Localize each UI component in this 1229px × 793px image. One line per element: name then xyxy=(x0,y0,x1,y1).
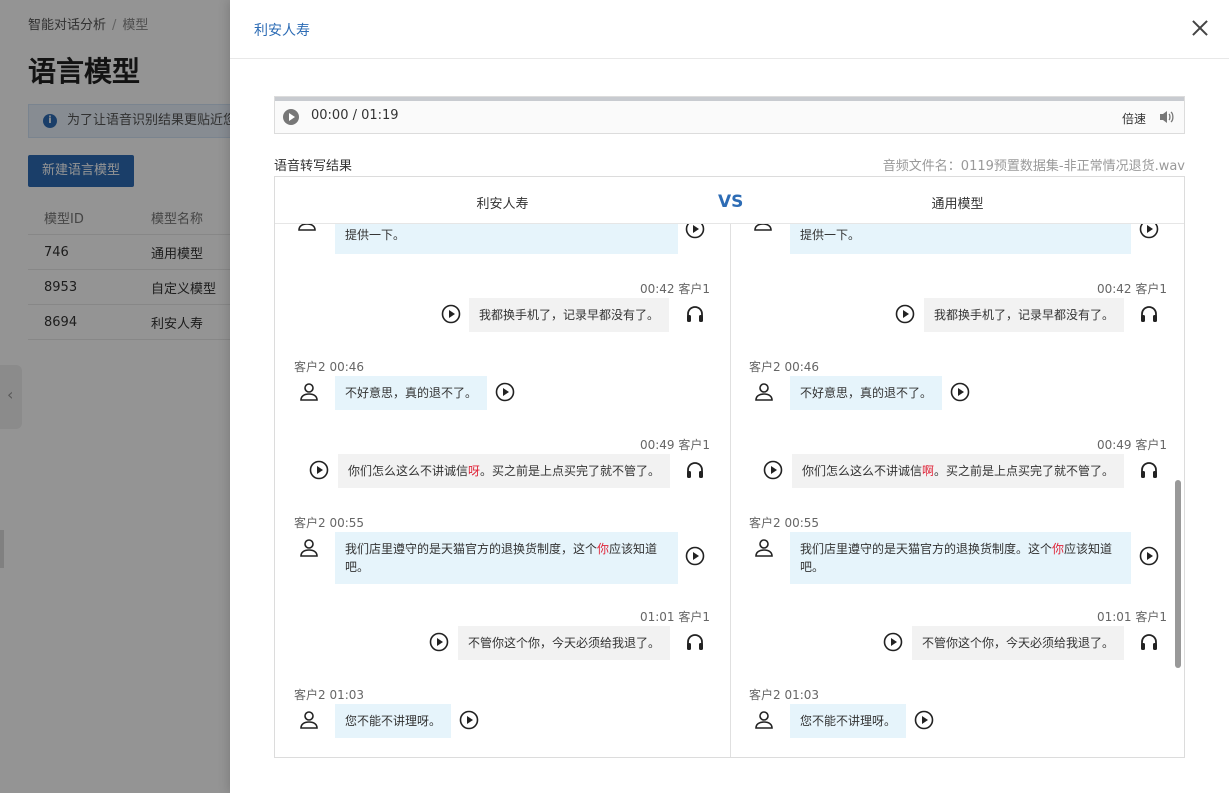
close-icon[interactable] xyxy=(1189,17,1211,39)
message-meta: 00:49 客户1 xyxy=(1096,438,1167,452)
modal-overlay[interactable] xyxy=(0,0,230,793)
play-icon[interactable] xyxy=(685,224,705,239)
speed-button[interactable]: 倍速 xyxy=(1122,110,1146,127)
message-text: 我们店里遵守的是天猫官方的退换货制度。这个 xyxy=(800,542,1053,556)
play-icon[interactable] xyxy=(914,710,934,730)
message-meta: 00:42 客户1 xyxy=(1096,282,1167,296)
message-text: 。买之前是上点买完了就不管了。 xyxy=(934,464,1115,478)
headset-icon xyxy=(685,632,705,652)
message-text: 你们怎么这么不讲诚信 xyxy=(802,464,923,478)
right-transcript: 提供一下。 00:42 客户1 我都换手机了，记录早都没有了。 客户2 00:4… xyxy=(731,224,1184,757)
play-icon[interactable] xyxy=(1139,224,1159,239)
message-meta: 客户2 01:03 xyxy=(294,688,365,702)
headset-icon xyxy=(685,460,705,480)
drawer-title: 利安人寿 xyxy=(254,23,310,39)
message-bubble: 您不能不讲理呀。 xyxy=(790,704,907,738)
play-icon[interactable] xyxy=(883,632,903,652)
scrollbar-thumb[interactable] xyxy=(1175,480,1181,668)
message-bubble: 你们怎么这么不讲诚信啊。买之前是上点买完了就不管了。 xyxy=(792,454,1125,488)
message-bubble: 我们店里遵守的是天猫官方的退换货制度，这个你应该知道吧。 xyxy=(335,532,678,584)
user-icon xyxy=(753,224,773,232)
user-icon xyxy=(754,710,774,730)
message-bubble: 不好意思，真的退不了。 xyxy=(335,376,488,410)
message-bubble: 我都换手机了，记录早都没有了。 xyxy=(469,298,670,332)
headset-icon xyxy=(1139,632,1159,652)
message-bubble: 不好意思，真的退不了。 xyxy=(790,376,943,410)
headset-icon xyxy=(1139,460,1159,480)
user-icon xyxy=(299,710,319,730)
play-icon[interactable] xyxy=(685,546,705,566)
message-text: 我们店里遵守的是天猫官方的退换货制度，这个 xyxy=(345,542,598,556)
play-icon[interactable] xyxy=(309,460,329,480)
message-meta: 01:01 客户1 xyxy=(639,610,710,624)
user-icon xyxy=(299,382,319,402)
message-meta: 客户2 00:55 xyxy=(294,516,365,530)
user-icon xyxy=(754,382,774,402)
message-bubble: 我都换手机了，记录早都没有了。 xyxy=(924,298,1125,332)
message-bubble: 不管你这个你，今天必须给我退了。 xyxy=(912,626,1125,660)
model-compare-drawer: 利安人寿 00:00 / 01:19 倍速 语音转写结果 音频文件名：0119预… xyxy=(230,0,1229,793)
play-icon[interactable] xyxy=(895,304,915,324)
highlighted-word: 啊 xyxy=(922,464,935,478)
play-icon[interactable] xyxy=(429,632,449,652)
message-meta: 01:01 客户1 xyxy=(1096,610,1167,624)
compare-header: 利安人寿 VS 通用模型 xyxy=(275,177,1184,224)
message-meta: 00:49 客户1 xyxy=(639,438,710,452)
message-meta: 客户2 00:46 xyxy=(749,360,820,374)
message-bubble: 你们怎么这么不讲诚信呀。买之前是上点买完了就不管了。 xyxy=(338,454,671,488)
audio-player: 00:00 / 01:19 倍速 xyxy=(274,96,1185,134)
play-icon[interactable] xyxy=(1139,546,1159,566)
message-meta: 客户2 00:46 xyxy=(294,360,365,374)
left-transcript: 提供一下。 00:42 客户1 我都换手机了，记录早都没有了。 客户2 00:4… xyxy=(275,224,730,757)
headset-icon xyxy=(685,304,705,324)
play-icon[interactable] xyxy=(283,109,299,125)
message-meta: 客户2 01:03 xyxy=(749,688,820,702)
result-label: 语音转写结果 xyxy=(274,159,353,174)
message-text: 你们怎么这么不讲诚信 xyxy=(348,464,469,478)
play-icon[interactable] xyxy=(950,382,970,402)
highlighted-word: 你 xyxy=(597,542,610,556)
user-icon xyxy=(299,538,319,558)
transcript-compare: 利安人寿 VS 通用模型 提供一下。 00:42 客户1 我都换手机了，记录早都… xyxy=(274,176,1185,758)
message-meta: 客户2 00:55 xyxy=(749,516,820,530)
volume-icon[interactable] xyxy=(1158,109,1176,125)
message-bubble: 提供一下。 xyxy=(335,224,678,254)
play-icon[interactable] xyxy=(495,382,515,402)
play-icon[interactable] xyxy=(763,460,783,480)
drawer-header: 利安人寿 xyxy=(230,0,1229,59)
message-text: 。买之前是上点买完了就不管了。 xyxy=(480,464,661,478)
playback-time: 00:00 / 01:19 xyxy=(311,108,399,123)
highlighted-word: 你 xyxy=(1052,542,1065,556)
user-icon xyxy=(297,224,317,232)
progress-track[interactable] xyxy=(275,97,1184,101)
right-model-title: 通用模型 xyxy=(931,197,984,212)
message-bubble: 提供一下。 xyxy=(790,224,1131,254)
message-bubble: 我们店里遵守的是天猫官方的退换货制度。这个你应该知道吧。 xyxy=(790,532,1131,584)
left-model-title: 利安人寿 xyxy=(476,197,529,212)
message-meta: 00:42 客户1 xyxy=(639,282,710,296)
audio-file-name: 音频文件名：0119预置数据集-非正常情况退货.wav xyxy=(882,159,1185,174)
play-icon[interactable] xyxy=(459,710,479,730)
headset-icon xyxy=(1139,304,1159,324)
play-icon[interactable] xyxy=(441,304,461,324)
message-bubble: 不管你这个你，今天必须给我退了。 xyxy=(458,626,671,660)
user-icon xyxy=(754,538,774,558)
message-bubble: 您不能不讲理呀。 xyxy=(335,704,452,738)
highlighted-word: 呀 xyxy=(468,464,481,478)
